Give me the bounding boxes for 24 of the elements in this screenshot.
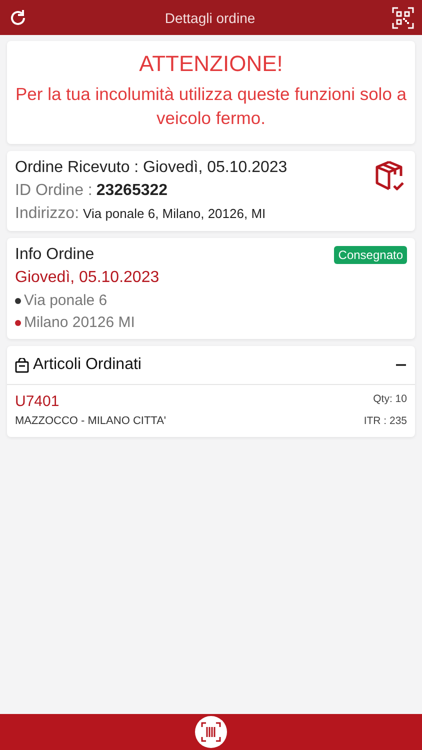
item-description: MAZZOCCO - MILANO CITTA'	[15, 415, 166, 428]
item-quantity: Qty: 10	[373, 393, 407, 406]
order-date: Giovedì, 05.10.2023	[15, 269, 160, 288]
qr-code-icon[interactable]	[392, 6, 414, 28]
order-received-date: Ordine Ricevuto : Giovedì, 05.10.2023	[15, 159, 288, 178]
order-id-label: ID Ordine :	[15, 182, 92, 200]
package-check-icon	[373, 159, 407, 194]
barcode-scan-icon	[201, 722, 221, 742]
address-label: Indirizzo:	[15, 205, 80, 224]
refresh-icon[interactable]	[8, 8, 28, 28]
screen-title: Dettagli ordine	[164, 10, 256, 26]
item-itr: ITR : 235	[364, 415, 407, 428]
barcode-scan-button[interactable]	[195, 716, 227, 748]
item-code: U7401	[15, 393, 60, 410]
warning-message: Per la tua incolumità utilizza queste funzioni solo a veicolo fermo.	[15, 83, 407, 130]
order-info-title: Info Ordine	[15, 246, 94, 264]
section-title: Articoli Ordinati	[33, 356, 142, 374]
stop-address: Via ponale 6	[24, 292, 108, 310]
stop-address: Milano 20126 MI	[24, 314, 135, 332]
warning-title: ATTENZIONE!	[139, 51, 283, 77]
status-badge: Consegnato	[334, 246, 407, 264]
order-id-value: 23265322	[96, 182, 168, 200]
address-value: Via ponale 6, Milano, 20126, MI	[83, 206, 266, 222]
shopping-bag-icon	[15, 358, 29, 373]
